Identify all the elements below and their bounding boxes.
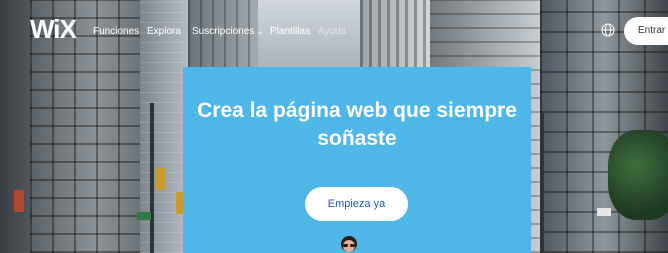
wix-logo[interactable]: WiX xyxy=(30,14,77,45)
hero-title-line-2: soñaste xyxy=(317,127,397,150)
tree xyxy=(608,130,668,220)
top-navbar: WiX Funciones Explora Suscripciones ⌄ Pla… xyxy=(0,0,668,58)
street-pole xyxy=(540,113,544,253)
nav-link-plantillas[interactable]: Plantillas xyxy=(270,26,310,37)
login-button[interactable]: Entrar xyxy=(624,17,668,45)
nav-link-ayuda[interactable]: Ayuda xyxy=(318,26,346,37)
start-now-button[interactable]: Empieza ya xyxy=(305,187,408,221)
nav-link-explora[interactable]: Explora xyxy=(147,26,181,37)
hero-title: Crea la página web que siempre soñaste xyxy=(183,97,531,153)
traffic-light xyxy=(155,168,165,190)
person-with-sunglasses-image xyxy=(341,236,357,252)
chevron-down-icon: ⌄ xyxy=(256,26,264,36)
hero-title-line-1: Crea la página web que siempre xyxy=(197,99,517,122)
street-sign xyxy=(137,212,151,220)
nav-link-suscripciones-label: Suscripciones xyxy=(192,26,255,37)
globe-icon[interactable] xyxy=(601,23,615,37)
hero-panel: Crea la página web que siempre soñaste E… xyxy=(183,67,531,253)
nav-link-suscripciones[interactable]: Suscripciones ⌄ xyxy=(192,26,264,37)
nav-link-funciones[interactable]: Funciones xyxy=(93,26,139,37)
street-sign xyxy=(597,208,611,216)
street-pole xyxy=(150,103,154,253)
traffic-light xyxy=(14,190,24,212)
wix-landing-page: WiX Funciones Explora Suscripciones ⌄ Pla… xyxy=(0,0,668,253)
